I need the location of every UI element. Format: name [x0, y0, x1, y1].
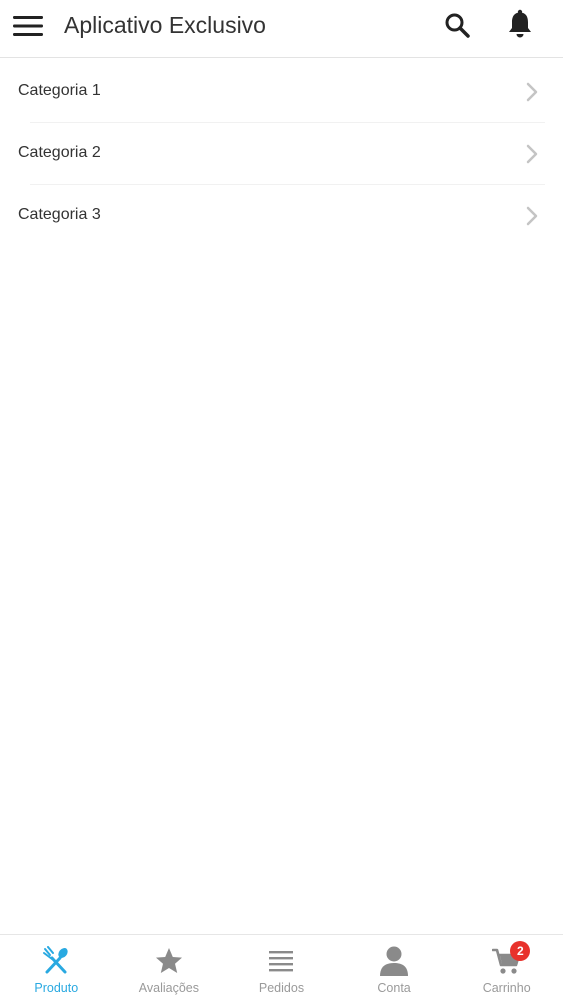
- tab-avaliacoes[interactable]: Avaliações: [113, 935, 226, 1000]
- category-list: Categoria 1 Categoria 2 Categoria 3: [0, 60, 563, 246]
- bottom-tab-bar: Produto Avaliações Pedidos Conta 2 Carri…: [0, 934, 563, 1000]
- chevron-right-icon: [526, 206, 538, 226]
- tab-label: Conta: [377, 981, 411, 995]
- utensils-icon: [43, 946, 68, 974]
- hamburger-menu-icon: [13, 16, 43, 36]
- tab-carrinho[interactable]: 2 Carrinho: [450, 935, 563, 1000]
- category-item-3[interactable]: Categoria 3: [0, 184, 563, 246]
- cart-count-badge: 2: [510, 941, 531, 961]
- category-label: Categoria 3: [18, 206, 101, 223]
- tab-conta[interactable]: Conta: [338, 935, 451, 1000]
- bell-icon: [509, 9, 531, 38]
- chevron-right-icon: [526, 82, 538, 102]
- tab-produto[interactable]: Produto: [0, 935, 113, 1000]
- tab-label: Pedidos: [258, 981, 305, 995]
- search-button[interactable]: [440, 8, 474, 42]
- page-title: Aplicativo Exclusivo: [64, 12, 266, 38]
- tab-label: Carrinho: [482, 981, 531, 995]
- menu-button[interactable]: [10, 12, 46, 40]
- list-icon: [269, 951, 294, 972]
- category-label: Categoria 1: [18, 82, 101, 99]
- notifications-button[interactable]: [503, 6, 537, 42]
- search-icon: [445, 13, 470, 38]
- category-item-1[interactable]: Categoria 1: [0, 60, 563, 122]
- category-label: Categoria 2: [18, 144, 101, 161]
- tab-label: Produto: [34, 981, 79, 995]
- app-bar: Aplicativo Exclusivo: [0, 0, 563, 58]
- user-icon: [380, 946, 409, 976]
- tab-pedidos[interactable]: Pedidos: [225, 935, 338, 1000]
- tab-label: Avaliações: [138, 981, 199, 995]
- category-item-2[interactable]: Categoria 2: [0, 122, 563, 184]
- star-icon: [155, 948, 182, 973]
- chevron-right-icon: [526, 144, 538, 164]
